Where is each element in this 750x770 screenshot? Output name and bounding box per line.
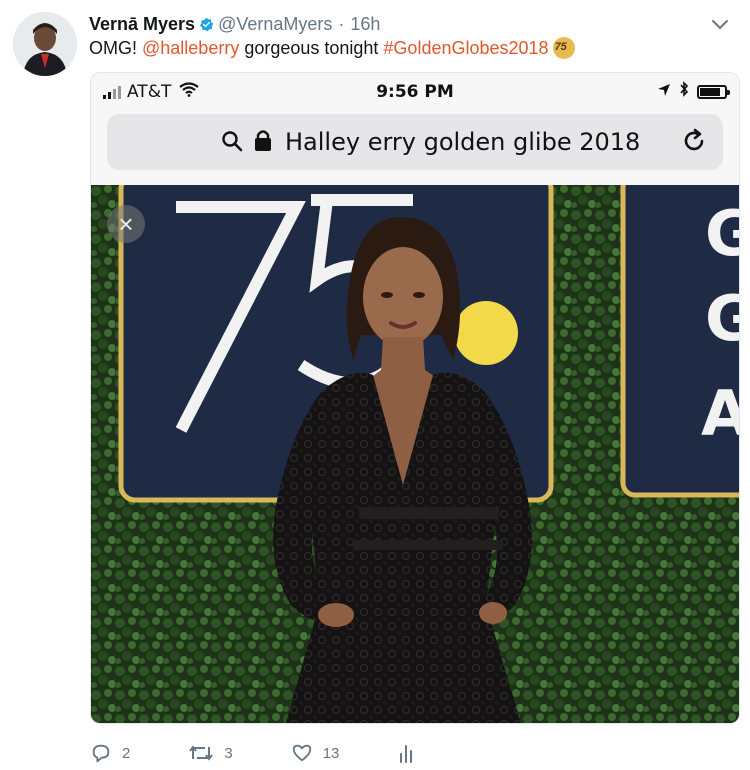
- retweet-button[interactable]: 3: [188, 742, 233, 764]
- tweet-actions: 2 3 13: [90, 740, 510, 766]
- retweet-count: 3: [224, 744, 233, 762]
- status-clock: 9:56 PM: [376, 82, 454, 102]
- timestamp[interactable]: 16h: [350, 14, 380, 35]
- status-right: [657, 81, 730, 102]
- heart-icon: [292, 744, 311, 762]
- tweet-text: OMG! @halleberry gorgeous tonight #Golde…: [89, 37, 575, 59]
- lock-icon: [253, 128, 273, 157]
- sign-letter-g1: G: [705, 197, 739, 270]
- bluetooth-icon: [679, 81, 689, 102]
- close-icon[interactable]: ×: [107, 205, 145, 243]
- tweet-text-prefix: OMG!: [89, 37, 137, 58]
- chevron-down-icon[interactable]: [710, 14, 730, 34]
- red-carpet-photo[interactable]: G G A ×: [91, 185, 739, 723]
- phone-status-bar: AT&T 9:56 PM: [91, 73, 739, 111]
- tweet-text-middle: gorgeous tonight: [244, 37, 379, 58]
- analytics-button[interactable]: [397, 742, 415, 764]
- mention-link[interactable]: @halleberry: [142, 38, 239, 59]
- analytics-icon: [400, 745, 413, 763]
- like-count: 13: [322, 744, 340, 762]
- display-name[interactable]: Vernā Myers: [89, 14, 195, 35]
- search-icon: [221, 130, 243, 157]
- like-button[interactable]: 13: [291, 742, 340, 764]
- browser-address-area: Halley erry golden glibe 2018: [91, 111, 739, 186]
- hashflag-text: 75: [554, 41, 567, 53]
- golden-globes-hashflag-icon: 75: [552, 37, 575, 59]
- tweet-header: Vernā Myers @VernaMyers · 16h: [89, 12, 730, 36]
- battery-icon: [697, 84, 730, 99]
- hashtag-link[interactable]: #GoldenGlobes2018: [383, 38, 548, 59]
- tweet-media[interactable]: AT&T 9:56 PM Halley erry golden glibe 20…: [90, 72, 740, 724]
- address-text[interactable]: Halley erry golden glibe 2018: [285, 128, 640, 156]
- reload-icon[interactable]: [681, 128, 707, 159]
- reply-button[interactable]: 2: [90, 742, 130, 764]
- reply-icon: [92, 744, 110, 763]
- user-handle[interactable]: @VernaMyers: [218, 14, 332, 35]
- verified-badge-icon: [199, 17, 214, 32]
- separator-dot: ·: [338, 13, 345, 34]
- reply-count: 2: [122, 744, 131, 762]
- address-bar[interactable]: Halley erry golden glibe 2018: [107, 114, 723, 170]
- avatar[interactable]: [13, 12, 77, 76]
- retweet-icon: [189, 745, 214, 761]
- sign-letter-g2: G: [705, 282, 739, 355]
- sign-letter-a: A: [701, 377, 739, 450]
- location-arrow-icon: [657, 82, 671, 102]
